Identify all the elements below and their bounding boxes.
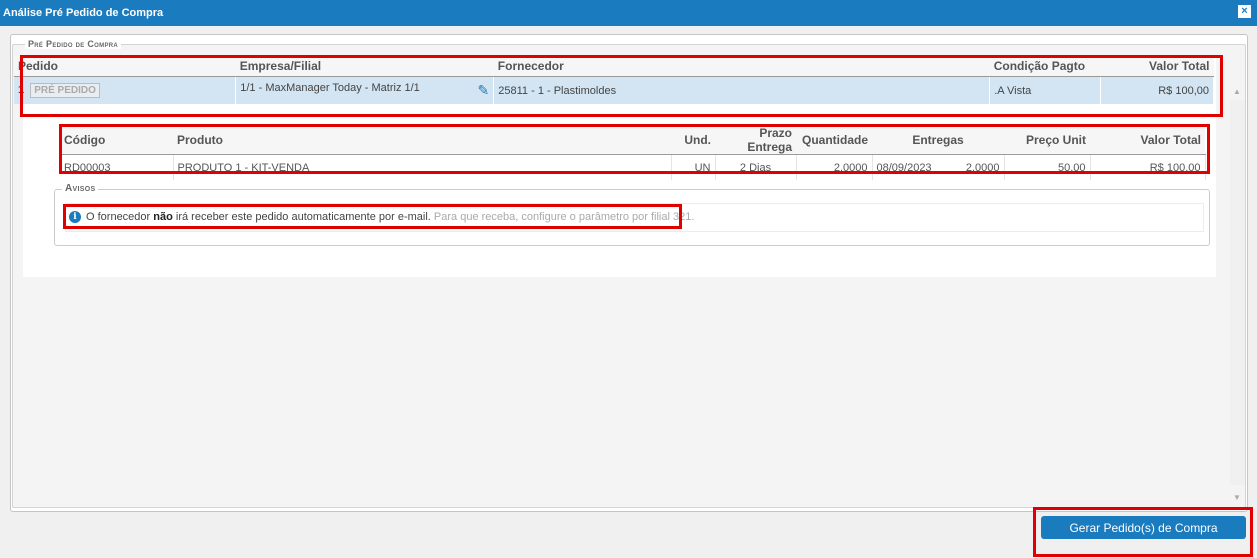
- pedido-number: 1: [18, 84, 25, 96]
- header-produto[interactable]: Produto: [173, 126, 671, 155]
- scrollbar-track[interactable]: [1230, 100, 1245, 485]
- header-valor-total[interactable]: Valor Total: [1100, 56, 1214, 77]
- header-condicao[interactable]: Condição Pagto: [989, 56, 1101, 77]
- aviso-message: i O fornecedor não irá receber este pedi…: [65, 203, 1204, 232]
- header-empresa[interactable]: Empresa/Filial: [235, 56, 494, 77]
- window-title: Análise Pré Pedido de Compra: [3, 7, 164, 19]
- table-row[interactable]: 1 PRÉ PEDIDO 1/1 - MaxManager Today - Ma…: [14, 76, 1214, 104]
- header-preco[interactable]: Preço Unit: [1004, 126, 1090, 155]
- scroll-up-icon[interactable]: ▲: [1233, 87, 1241, 96]
- header-entregas[interactable]: Entregas: [872, 126, 1004, 155]
- avisos-fieldset: Avisos i O fornecedor não irá receber es…: [54, 183, 1210, 246]
- header-valor-total-item[interactable]: Valor Total: [1090, 126, 1205, 155]
- items-table-header: Código Produto Und. Prazo Entrega Quanti…: [60, 126, 1205, 155]
- gerar-pedido-button[interactable]: Gerar Pedido(s) de Compra: [1041, 516, 1246, 539]
- vertical-scrollbar[interactable]: ▲ ▼: [1230, 87, 1245, 502]
- valor-cell: R$ 100,00: [1100, 76, 1214, 104]
- preco-cell: 50,00: [1004, 154, 1091, 180]
- condicao-cell: .A Vista: [989, 76, 1102, 104]
- pre-pedido-fieldset: Pré Pedido de Compra ▲ ▼: [12, 39, 1246, 508]
- header-codigo[interactable]: Código: [60, 126, 173, 155]
- prazo-cell: 2 Dias: [715, 154, 797, 180]
- und-cell: UN: [671, 154, 716, 180]
- header-und[interactable]: Und.: [671, 126, 715, 155]
- entregas-cell: 08/09/2023 2,0000: [872, 154, 1005, 180]
- pedido-cell: 1 PRÉ PEDIDO: [14, 76, 237, 104]
- header-prazo[interactable]: Prazo Entrega: [715, 126, 796, 155]
- info-icon: i: [69, 211, 81, 223]
- edit-pencil-icon[interactable]: ✎: [478, 82, 490, 99]
- header-quantidade[interactable]: Quantidade: [796, 126, 872, 155]
- entrega-qty: 2,0000: [965, 161, 1000, 174]
- scroll-down-icon[interactable]: ▼: [1233, 493, 1241, 502]
- header-fornecedor[interactable]: Fornecedor: [493, 56, 990, 77]
- table-row[interactable]: RD00003 PRODUTO 1 - KIT-VENDA UN 2 Dias …: [60, 154, 1206, 180]
- items-table: Código Produto Und. Prazo Entrega Quanti…: [60, 126, 1206, 180]
- aviso-hint: Para que receba, configure o parâmetro p…: [430, 211, 695, 223]
- empresa-cell: 1/1 - MaxManager Today - Matriz 1/1 ✎: [235, 76, 495, 104]
- valor-item-cell: R$ 100,00: [1090, 154, 1206, 180]
- fieldset-legend: Pré Pedido de Compra: [25, 39, 122, 49]
- aviso-text: O fornecedor não irá receber este pedido…: [86, 211, 695, 223]
- header-pedido[interactable]: Pedido: [14, 56, 236, 77]
- empresa-value: 1/1 - MaxManager Today - Matriz 1/1: [240, 82, 420, 94]
- dialog-body: Pré Pedido de Compra ▲ ▼ Pedido Empresa/…: [0, 26, 1257, 558]
- pedido-table-header: Pedido Empresa/Filial Fornecedor Condiçã…: [14, 56, 1214, 77]
- main-panel: Pré Pedido de Compra ▲ ▼: [10, 34, 1248, 512]
- entrega-date: 08/09/2023: [876, 161, 932, 174]
- pedido-table: Pedido Empresa/Filial Fornecedor Condiçã…: [14, 56, 1214, 104]
- fornecedor-cell: 25811 - 1 - Plastimoldes: [493, 76, 991, 104]
- quantidade-cell: 2,0000: [796, 154, 873, 180]
- close-icon[interactable]: ×: [1238, 5, 1251, 18]
- window-titlebar: Análise Pré Pedido de Compra ×: [0, 0, 1257, 26]
- produto-cell: PRODUTO 1 - KIT-VENDA: [173, 154, 672, 180]
- status-badge: PRÉ PEDIDO: [30, 83, 100, 98]
- avisos-legend: Avisos: [62, 183, 99, 194]
- codigo-cell: RD00003: [60, 154, 174, 180]
